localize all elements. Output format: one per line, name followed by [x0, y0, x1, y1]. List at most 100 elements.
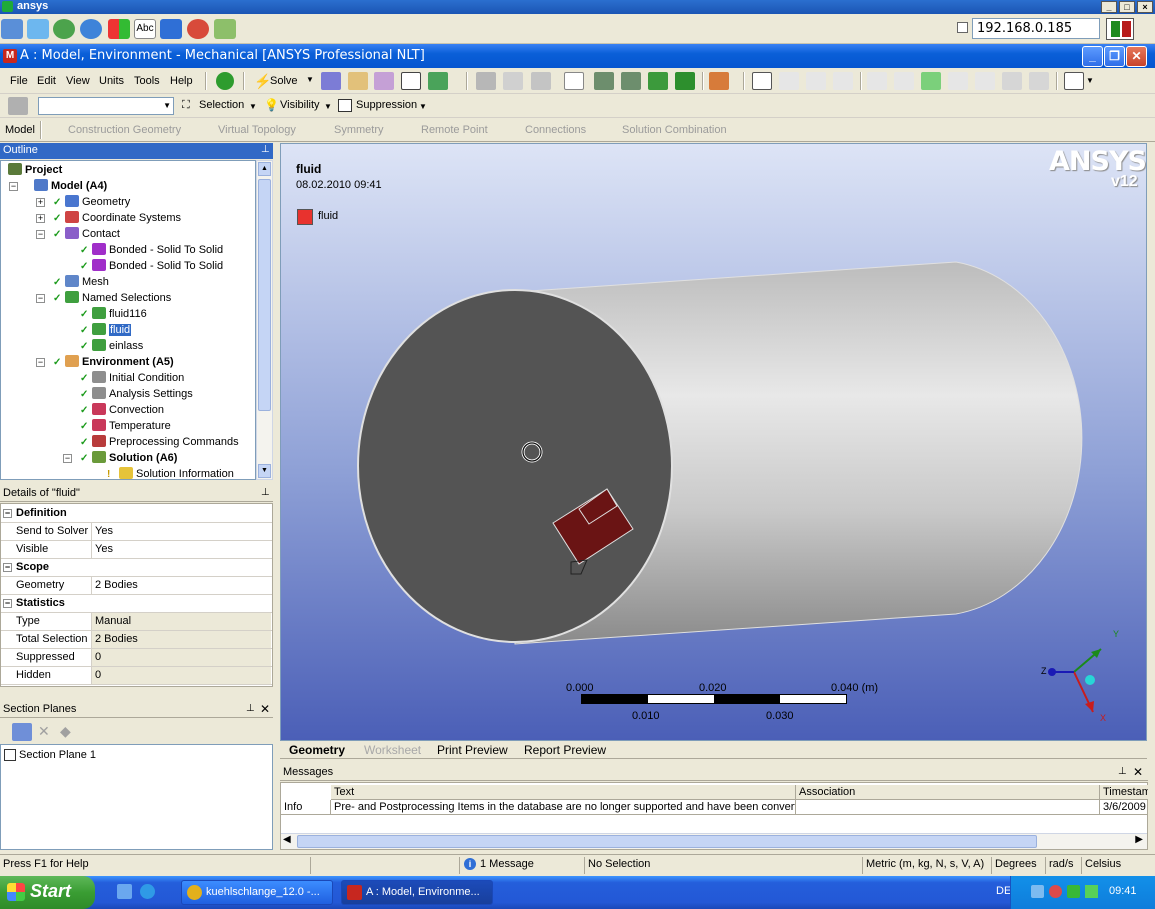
tree-item-initial-condition[interactable]: ✓ Initial Condition — [80, 370, 184, 386]
tree-item-preprocessing-commands[interactable]: ✓ Preprocessing Commands — [80, 434, 239, 450]
task-button-kuehlschlange[interactable]: kuehlschlange_12.0 -... — [181, 880, 333, 905]
tree-item-convection[interactable]: ✓ Convection — [80, 402, 164, 418]
menu-view[interactable]: View — [66, 75, 90, 87]
pin-icon[interactable]: ⊥ — [261, 144, 270, 155]
tree-item-coordinate-systems[interactable]: ✓ Coordinate Systems — [53, 210, 181, 226]
tree-item-model[interactable]: Model (A4) — [34, 178, 107, 194]
iso-view-icon[interactable] — [975, 72, 995, 90]
tree-item-solution-information[interactable]: ! Solution Information — [107, 466, 234, 479]
details-row-geometry[interactable]: Geometry 2 Bodies — [1, 577, 272, 595]
window-icon[interactable] — [27, 19, 49, 39]
suppression-button[interactable]: Suppression — [356, 99, 417, 111]
pan-icon[interactable] — [779, 72, 799, 90]
tools-icon[interactable] — [214, 19, 236, 39]
block-icon[interactable] — [187, 19, 209, 39]
scroll-thumb[interactable] — [297, 835, 1037, 848]
suppression-dropdown-icon[interactable]: ▼ — [419, 102, 427, 111]
tree-item-temperature[interactable]: ✓ Temperature — [80, 418, 171, 434]
tab-report-preview[interactable]: Report Preview — [524, 743, 606, 757]
ip-address-field[interactable]: 192.168.0.185 — [972, 18, 1100, 39]
select-body-icon[interactable] — [621, 72, 641, 90]
pin-icon[interactable]: ⊥ — [261, 487, 270, 498]
context-connections[interactable]: Connections — [525, 124, 586, 136]
collapse-toggle[interactable]: − — [3, 509, 12, 518]
show-desktop-icon[interactable] — [117, 884, 132, 899]
tree-item-fluid[interactable]: ✓ fluid — [80, 322, 132, 338]
minimize-button[interactable]: _ — [1082, 46, 1103, 67]
row-value[interactable]: Yes — [91, 541, 271, 558]
remote-close-button[interactable]: × — [1137, 1, 1153, 13]
section-plane-checkbox[interactable] — [4, 749, 16, 761]
tree-item-environment[interactable]: ✓ Environment (A5) — [53, 354, 174, 370]
remote-maximize-button[interactable]: □ — [1119, 1, 1135, 13]
context-virtual-topology[interactable]: Virtual Topology — [218, 124, 296, 136]
details-group-statistics[interactable]: − Statistics — [1, 595, 272, 613]
selection-button[interactable]: Selection — [199, 99, 244, 111]
collapse-toggle[interactable]: − — [36, 358, 45, 367]
task-button-mechanical[interactable]: A : Model, Environme... — [341, 880, 493, 905]
visibility-dropdown-icon[interactable]: ▼ — [324, 102, 332, 111]
message-association[interactable] — [796, 800, 1100, 815]
lightbulb-icon[interactable]: 💡 — [264, 98, 279, 112]
solve-lightning-icon[interactable]: ⚡ — [254, 73, 271, 90]
print-icon[interactable] — [1029, 72, 1049, 90]
messages-hscrollbar[interactable]: ◀ ▶ — [281, 833, 1147, 849]
zoom-icon[interactable] — [806, 72, 826, 90]
internet-explorer-icon[interactable] — [140, 884, 155, 899]
ip-checkbox[interactable] — [957, 22, 968, 33]
tray-app-icon[interactable] — [1067, 885, 1080, 898]
outline-scrollbar[interactable]: ▲ ▼ — [256, 160, 273, 480]
globe-icon[interactable] — [53, 19, 75, 39]
context-construction-geometry[interactable]: Construction Geometry — [68, 124, 181, 136]
new-section-plane-icon[interactable] — [12, 723, 32, 741]
message-timestamp[interactable]: 3/6/2009 — [1100, 800, 1148, 815]
context-model[interactable]: Model — [5, 124, 35, 136]
tree-item-einlass[interactable]: ✓ einlass — [80, 338, 143, 354]
tree-item-contact[interactable]: ✓ Contact — [53, 226, 120, 242]
close-button[interactable]: ✕ — [1126, 46, 1147, 67]
delete-icon[interactable]: ✕ — [38, 723, 50, 740]
zoom-to-fit-icon[interactable] — [867, 72, 887, 90]
collapse-toggle[interactable]: − — [3, 563, 12, 572]
outline-icon[interactable] — [8, 97, 28, 115]
tree-item-bonded-2[interactable]: ✓ Bonded - Solid To Solid — [80, 258, 223, 274]
security-icon[interactable] — [1049, 885, 1062, 898]
scroll-left-icon[interactable]: ◀ — [283, 834, 291, 845]
pointer-select-icon[interactable] — [564, 72, 584, 90]
viewports-dropdown-icon[interactable]: ▼ — [1086, 76, 1094, 85]
collapse-toggle[interactable]: − — [3, 599, 12, 608]
row-value[interactable]: Yes — [91, 523, 271, 540]
image-icon[interactable] — [348, 72, 368, 90]
graphics-options-icon[interactable] — [709, 72, 729, 90]
details-row-visible[interactable]: Visible Yes — [1, 541, 272, 559]
previous-view-icon[interactable] — [1002, 72, 1022, 90]
tab-worksheet[interactable]: Worksheet — [364, 743, 421, 757]
close-icon[interactable]: ✕ — [260, 702, 270, 716]
message-text[interactable]: Pre- and Postprocessing Items in the dat… — [331, 800, 796, 815]
close-icon[interactable]: ✕ — [1133, 765, 1143, 779]
expand-toggle[interactable]: + — [36, 214, 45, 223]
image-capture-icon[interactable] — [428, 72, 448, 90]
menu-help[interactable]: Help — [170, 75, 193, 87]
tree-item-analysis-settings[interactable]: ✓ Analysis Settings — [80, 386, 193, 402]
restore-button[interactable]: ❐ — [1104, 46, 1125, 67]
context-remote-point[interactable]: Remote Point — [421, 124, 488, 136]
windows-flag-icon[interactable] — [108, 19, 130, 39]
scroll-right-icon[interactable]: ▶ — [1135, 834, 1143, 845]
row-value[interactable]: 2 Bodies — [91, 577, 271, 594]
menu-tools[interactable]: Tools — [134, 75, 160, 87]
collapse-toggle[interactable]: − — [36, 294, 45, 303]
collapse-toggle[interactable]: − — [36, 230, 45, 239]
messages-column-timestamp[interactable]: Timestam — [1100, 785, 1148, 800]
menu-edit[interactable]: Edit — [37, 75, 56, 87]
zoom-out-icon[interactable] — [948, 72, 968, 90]
scroll-down-icon[interactable]: ▼ — [258, 464, 271, 478]
visibility-button[interactable]: Visibility — [280, 99, 320, 111]
details-group-scope[interactable]: − Scope — [1, 559, 272, 577]
status-angle[interactable]: Degrees — [991, 857, 1045, 874]
select-vertex-icon[interactable] — [476, 72, 496, 90]
section-plane-label[interactable]: Section Plane 1 — [19, 749, 96, 761]
messages-column-text[interactable]: Text — [331, 785, 796, 800]
named-selection-combo[interactable]: ▼ — [38, 97, 174, 115]
collapse-toggle[interactable]: − — [9, 182, 18, 191]
